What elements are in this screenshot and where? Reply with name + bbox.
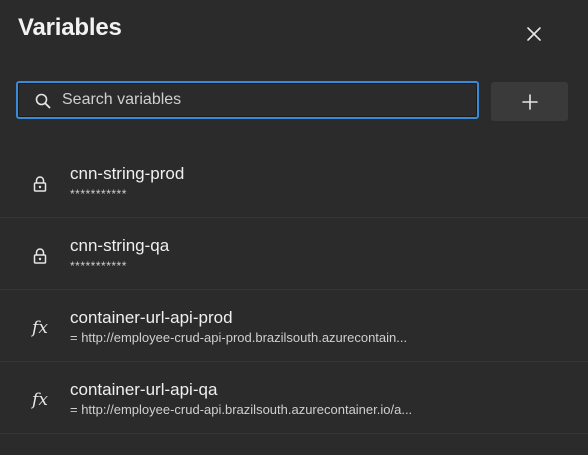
lock-icon: [30, 247, 50, 265]
add-variable-button[interactable]: [491, 82, 568, 121]
search-icon: [35, 93, 51, 109]
fx-icon: fx: [32, 389, 48, 410]
fx-icon: fx: [32, 317, 48, 338]
list-item[interactable]: cnn-string-prod ***********: [0, 146, 588, 218]
panel-title: Variables: [18, 14, 122, 41]
close-button[interactable]: [520, 20, 548, 48]
search-field[interactable]: [16, 81, 479, 119]
variable-value: = http://employee-crud-api-prod.brazilso…: [70, 330, 408, 345]
plus-icon: [521, 93, 538, 110]
variable-name: container-url-api-qa: [70, 380, 218, 399]
variable-value: ***********: [70, 259, 127, 273]
variable-name: cnn-string-prod: [70, 164, 185, 183]
variable-value: ***********: [70, 187, 127, 201]
variable-value: = http://employee-crud-api.brazilsouth.a…: [70, 402, 413, 417]
lock-icon: [30, 175, 50, 193]
variable-name: cnn-string-qa: [70, 236, 170, 255]
variable-name: container-url-api-prod: [70, 308, 233, 327]
variables-panel: Variables cnn-string-prod ***: [0, 0, 588, 455]
search-input[interactable]: [62, 83, 462, 117]
list-item[interactable]: cnn-string-qa ***********: [0, 218, 588, 290]
list-item[interactable]: fx container-url-api-qa = http://employe…: [0, 362, 588, 434]
list-item[interactable]: fx container-url-api-prod = http://emplo…: [0, 290, 588, 362]
variables-list: cnn-string-prod *********** cnn-string-q…: [0, 146, 588, 434]
close-icon: [527, 27, 541, 41]
